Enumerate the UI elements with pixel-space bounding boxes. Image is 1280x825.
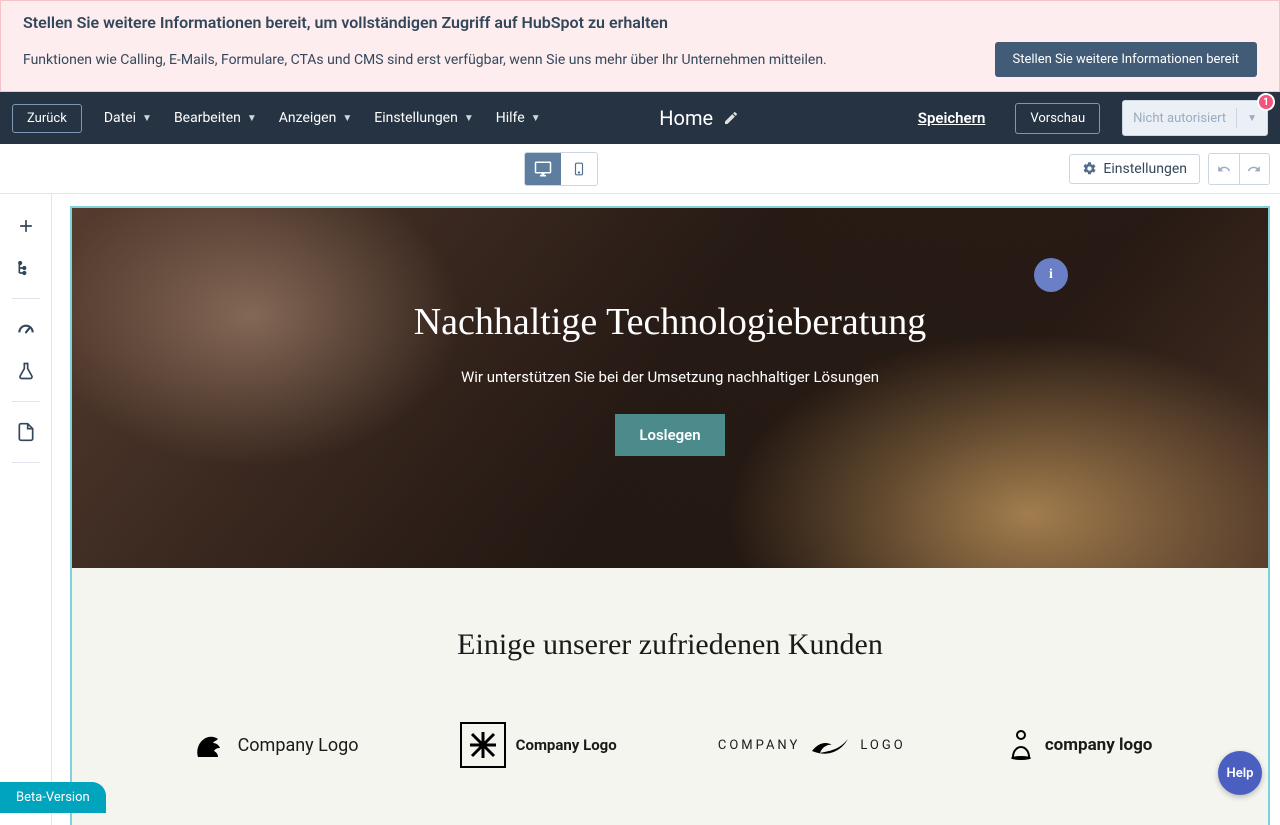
tree-icon <box>16 258 36 278</box>
add-tool[interactable] <box>8 208 44 244</box>
chevron-down-icon: ▼ <box>142 113 152 124</box>
customer-logo-4: company logo <box>1007 729 1153 761</box>
top-toolbar: Zurück Datei ▼ Bearbeiten ▼ Anzeigen ▼ Eins… <box>0 92 1280 144</box>
preview-button[interactable]: Vorschau <box>1015 103 1100 134</box>
contents-tool[interactable] <box>8 250 44 286</box>
chevron-down-icon: ▼ <box>531 113 541 124</box>
hero-section: i Nachhaltige Technologieberatung Wir un… <box>72 208 1268 568</box>
person-icon <box>1007 729 1035 761</box>
info-bubble[interactable]: i <box>1034 258 1068 292</box>
mobile-icon <box>572 160 586 178</box>
optimize-tool[interactable] <box>8 311 44 347</box>
customers-title: Einige unserer zufriedenen Kunden <box>112 628 1228 662</box>
logo-label-part2: LOGO <box>860 738 905 753</box>
hero-cta-button[interactable]: Loslegen <box>615 414 724 456</box>
page-canvas[interactable]: i Nachhaltige Technologieberatung Wir un… <box>70 206 1270 825</box>
redo-icon <box>1246 162 1262 176</box>
save-link[interactable]: Speichern <box>918 109 986 127</box>
left-sidebar <box>0 194 52 825</box>
redo-button[interactable] <box>1239 154 1269 184</box>
edit-icon[interactable] <box>723 110 739 126</box>
hero-title: Nachhaltige Technologieberatung <box>414 300 927 344</box>
menu-settings-label: Einstellungen <box>374 110 458 126</box>
sub-toolbar: Einstellungen <box>0 144 1280 194</box>
logo-label: Company Logo <box>516 736 617 754</box>
device-toggle <box>524 152 598 186</box>
chevron-down-icon: ▼ <box>342 113 352 124</box>
gauge-icon <box>16 319 36 339</box>
logo-label: Company Logo <box>238 735 359 756</box>
pattern-icon <box>460 722 506 768</box>
menu-file-label: Datei <box>104 110 136 126</box>
menu-edit[interactable]: Bearbeiten ▼ <box>174 110 257 126</box>
menu-help-label: Hilfe <box>496 110 525 126</box>
menu-view[interactable]: Anzeigen ▼ <box>279 110 352 126</box>
mobile-view-button[interactable] <box>561 153 597 185</box>
separator <box>12 462 40 463</box>
beta-badge[interactable]: Beta-Version <box>0 782 106 813</box>
test-tool[interactable] <box>8 353 44 389</box>
back-button[interactable]: Zurück <box>12 104 82 133</box>
menu-file[interactable]: Datei ▼ <box>104 110 152 126</box>
separator <box>12 401 40 402</box>
lion-icon <box>188 725 228 765</box>
banner-title: Stellen Sie weitere Informationen bereit… <box>23 13 1257 32</box>
customers-section: Einige unserer zufriedenen Kunden Compan… <box>72 568 1268 825</box>
help-button[interactable]: Help <box>1218 751 1262 795</box>
desktop-icon <box>534 160 552 178</box>
banner-text: Funktionen wie Calling, E-Mails, Formula… <box>23 52 975 68</box>
chevron-down-icon: ▼ <box>247 113 257 124</box>
undo-redo-group <box>1208 153 1270 185</box>
page-title: Home <box>659 106 713 130</box>
file-tool[interactable] <box>8 414 44 450</box>
desktop-view-button[interactable] <box>525 153 561 185</box>
notification-badge: 1 <box>1257 93 1275 111</box>
auth-label: Nicht autorisiert <box>1133 111 1226 126</box>
settings-label: Einstellungen <box>1103 161 1187 177</box>
swoosh-icon <box>810 733 850 757</box>
banner-cta-button[interactable]: Stellen Sie weitere Informationen bereit <box>995 42 1257 77</box>
customer-logo-3: COMPANY LOGO <box>718 733 906 757</box>
customer-logo-1: Company Logo <box>188 725 359 765</box>
undo-icon <box>1216 162 1232 176</box>
chevron-down-icon: ▼ <box>1247 113 1257 124</box>
file-icon <box>16 422 36 442</box>
divider <box>1236 108 1237 128</box>
logo-label-part1: COMPANY <box>718 738 800 753</box>
logo-row: Company Logo Company Logo COMPANY LOGO c… <box>112 722 1228 768</box>
menu-view-label: Anzeigen <box>279 110 337 126</box>
logo-label: company logo <box>1045 735 1153 755</box>
publish-auth-button[interactable]: Nicht autorisiert ▼ 1 <box>1122 100 1268 136</box>
undo-button[interactable] <box>1209 154 1239 184</box>
menu-edit-label: Bearbeiten <box>174 110 241 126</box>
flask-icon <box>16 361 36 381</box>
customer-logo-2: Company Logo <box>460 722 617 768</box>
info-banner: Stellen Sie weitere Informationen bereit… <box>0 0 1280 92</box>
separator <box>12 298 40 299</box>
gear-icon <box>1082 161 1097 176</box>
hero-subtitle: Wir unterstützen Sie bei der Umsetzung n… <box>461 368 879 386</box>
chevron-down-icon: ▼ <box>464 113 474 124</box>
settings-button[interactable]: Einstellungen <box>1069 154 1200 184</box>
menu-settings[interactable]: Einstellungen ▼ <box>374 110 474 126</box>
plus-icon <box>16 216 36 236</box>
menu-help[interactable]: Hilfe ▼ <box>496 110 541 126</box>
